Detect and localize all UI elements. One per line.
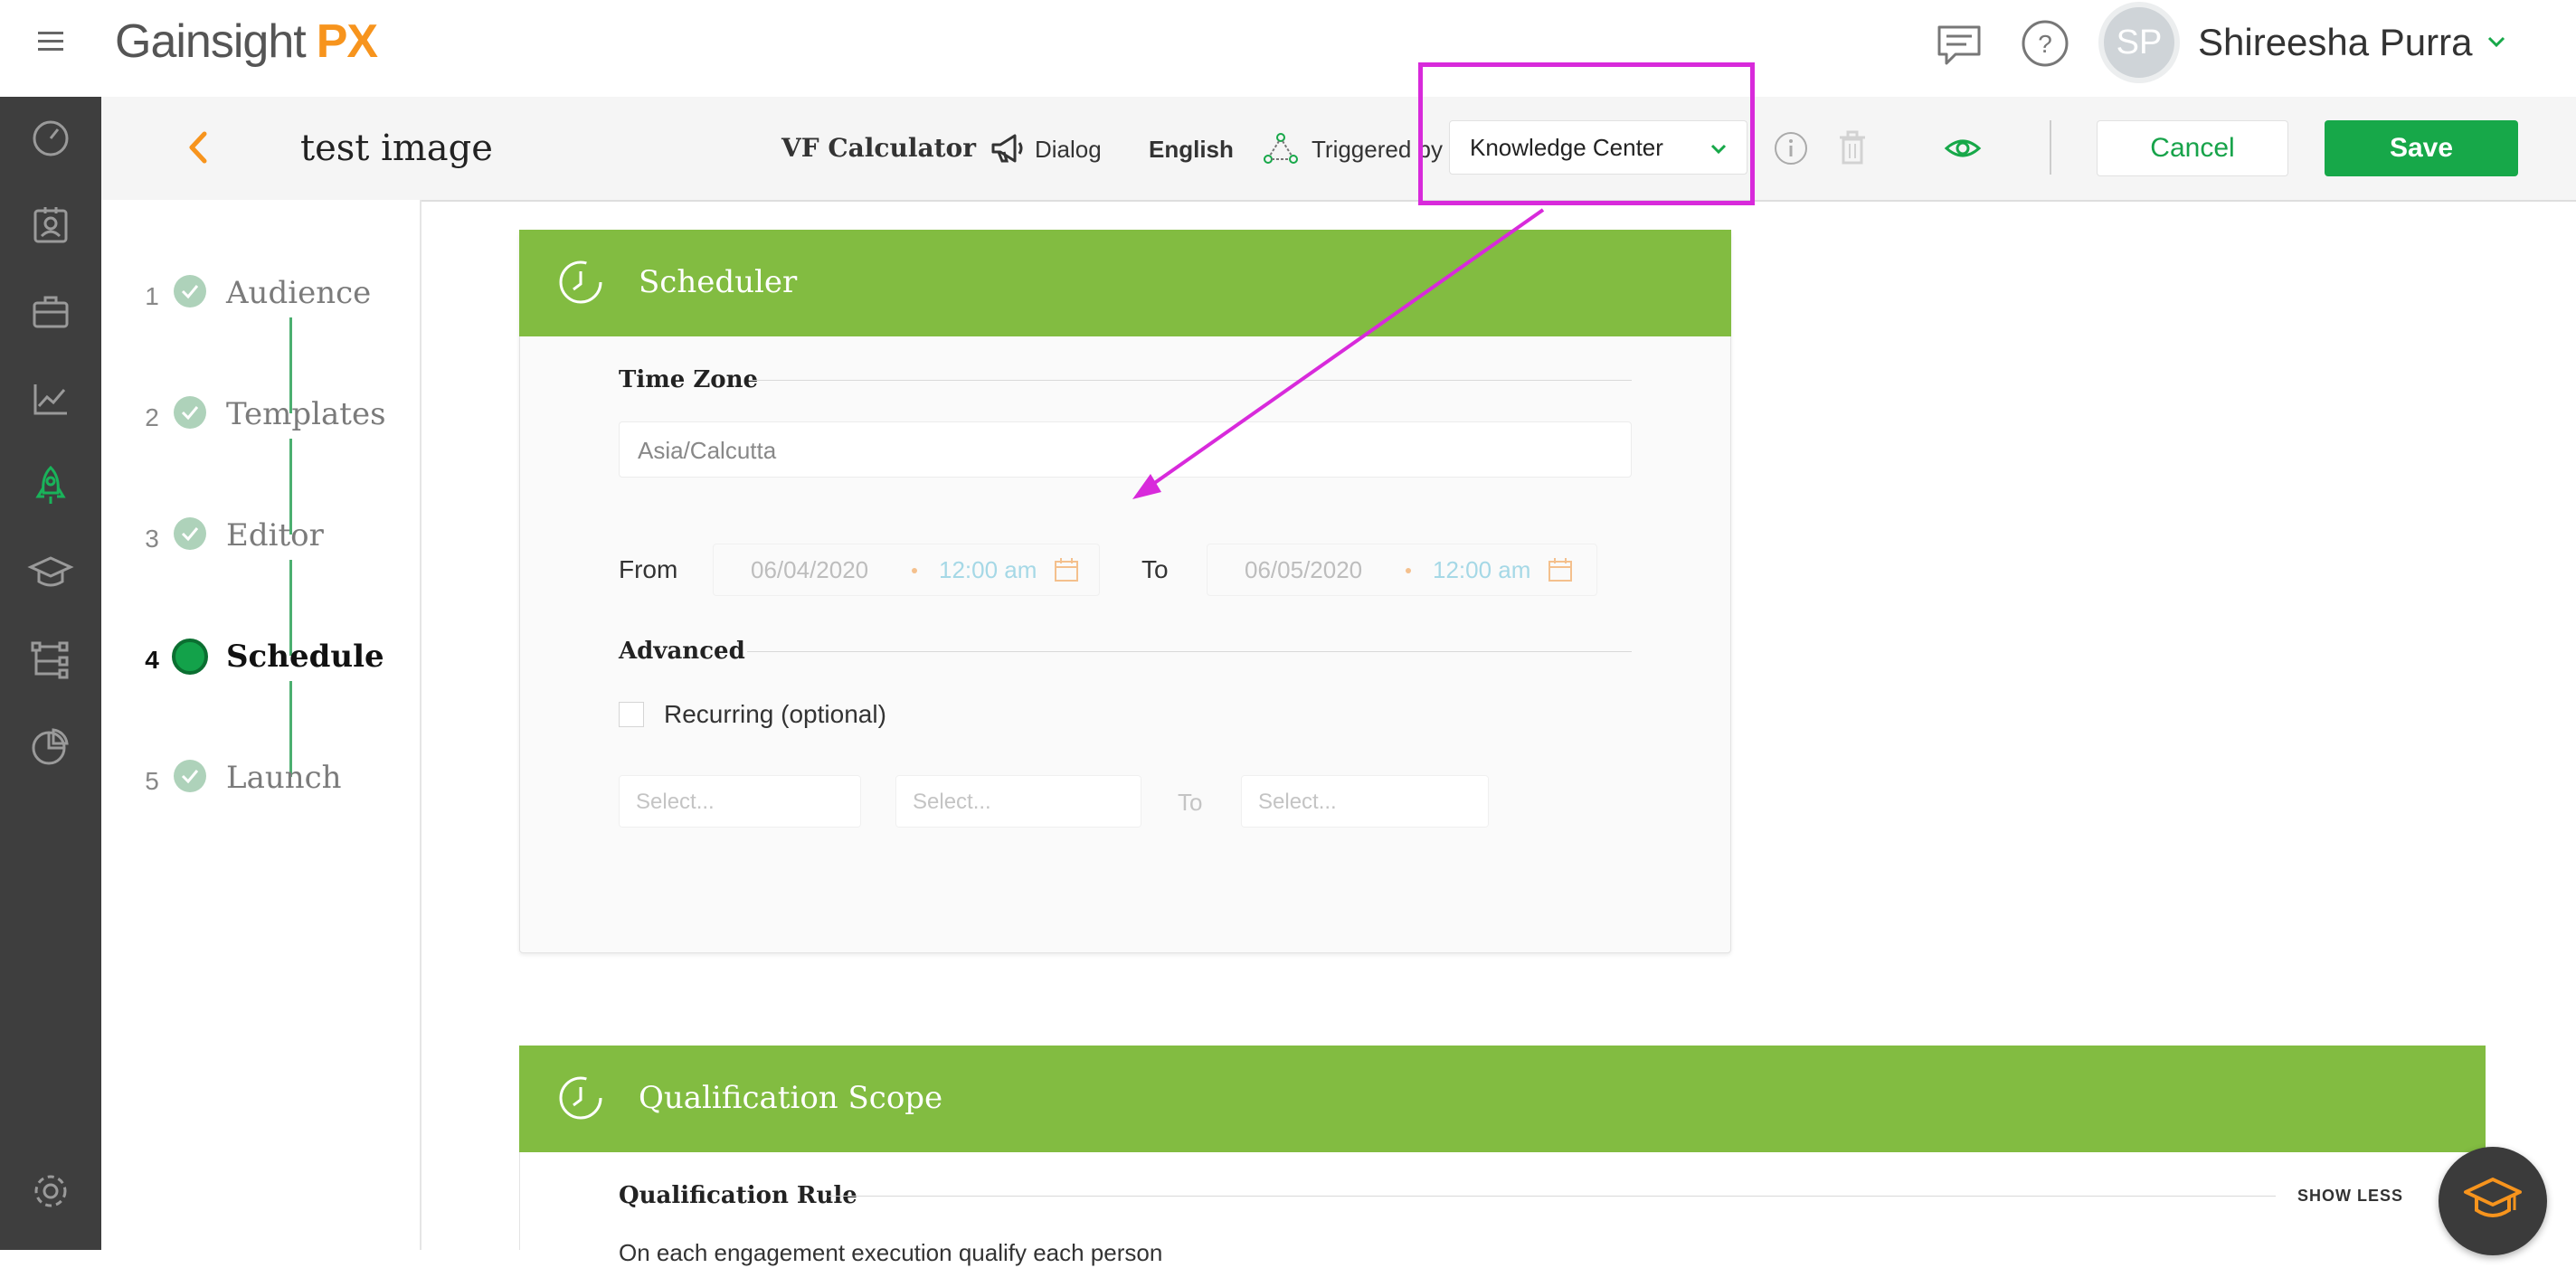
- step-number: 3: [145, 525, 159, 553]
- step-check-icon: [174, 275, 206, 308]
- knowledge-center-bot-button[interactable]: [2439, 1147, 2547, 1255]
- hierarchy-icon[interactable]: [24, 632, 78, 686]
- trash-icon[interactable]: [1834, 128, 1870, 166]
- wizard-steps: [101, 200, 421, 1250]
- separator-dot: [912, 568, 917, 573]
- section-divider: [829, 1196, 2276, 1197]
- advanced-label: Advanced: [619, 638, 745, 665]
- megaphone-icon: [988, 128, 1028, 168]
- trigger-icon: [1261, 128, 1301, 168]
- recurring-label[interactable]: Recurring (optional): [664, 698, 886, 731]
- avatar[interactable]: SP: [2098, 2, 2180, 83]
- show-less-link[interactable]: SHOW LESS: [2297, 1185, 2403, 1206]
- step-templates[interactable]: Templates: [226, 394, 386, 434]
- step-audience[interactable]: Audience: [226, 273, 371, 313]
- top-bar: [0, 0, 2576, 99]
- clock-icon: [555, 257, 606, 308]
- step-number: 4: [145, 646, 159, 674]
- step-number: 5: [145, 767, 159, 795]
- clock-icon: [555, 1073, 606, 1123]
- scheduler-title: Scheduler: [639, 264, 798, 300]
- step-current-indicator: [172, 639, 208, 675]
- qualification-rule-label: Qualification Rule: [619, 1182, 857, 1209]
- chat-icon[interactable]: [1932, 18, 1986, 72]
- recurring-select-1[interactable]: Select...: [619, 775, 861, 828]
- to-date[interactable]: 06/05/2020: [1245, 554, 1362, 585]
- engagement-type-label: Dialog: [1035, 136, 1102, 163]
- hamburger-menu-icon[interactable]: [33, 24, 69, 60]
- timezone-label: Time Zone: [619, 366, 759, 393]
- select-placeholder: Select...: [636, 790, 715, 814]
- recurring-select-2[interactable]: Select...: [895, 775, 1141, 828]
- section-divider: [749, 380, 1632, 381]
- graduation-cap-icon: [2464, 1178, 2522, 1217]
- back-arrow-icon[interactable]: [175, 125, 221, 170]
- rocket-icon[interactable]: [24, 459, 78, 513]
- calendar-icon[interactable]: [1053, 556, 1080, 583]
- pie-chart-icon[interactable]: [24, 719, 78, 773]
- from-date[interactable]: 06/04/2020: [751, 554, 868, 585]
- timezone-value: Asia/Calcutta: [638, 437, 777, 464]
- recurring-checkbox[interactable]: [619, 702, 644, 727]
- recurring-to-label: To: [1178, 789, 1203, 816]
- from-label: From: [619, 555, 678, 583]
- chevron-down-icon[interactable]: [2480, 25, 2513, 58]
- cancel-button[interactable]: Cancel: [2097, 120, 2288, 176]
- preview-eye-icon[interactable]: [1943, 130, 1983, 166]
- graduation-cap-icon[interactable]: [24, 545, 78, 600]
- info-icon[interactable]: [1773, 130, 1809, 166]
- calendar-icon[interactable]: [1547, 556, 1574, 583]
- step-schedule[interactable]: Schedule: [226, 637, 384, 677]
- step-number: 2: [145, 403, 159, 431]
- analytics-icon[interactable]: [24, 372, 78, 426]
- gainsight-px-logo[interactable]: Gainsight PX: [115, 13, 378, 71]
- speedometer-icon[interactable]: [24, 111, 78, 166]
- section-divider: [747, 651, 1632, 652]
- step-number: 1: [145, 282, 159, 310]
- language-label[interactable]: English: [1149, 134, 1234, 165]
- left-nav-rail: [0, 97, 101, 1250]
- timezone-input[interactable]: Asia/Calcutta: [619, 421, 1632, 478]
- to-time[interactable]: 12:00 am: [1433, 554, 1530, 585]
- logo-text: Gainsight: [115, 15, 307, 68]
- from-time[interactable]: 12:00 am: [939, 554, 1037, 585]
- settings-icon[interactable]: [24, 1164, 78, 1218]
- svg-text:?: ?: [2038, 30, 2052, 58]
- briefcase-icon[interactable]: [24, 285, 78, 339]
- step-editor[interactable]: Editor: [226, 516, 324, 555]
- toolbar-divider: [2050, 120, 2051, 175]
- help-icon[interactable]: ?: [2020, 18, 2070, 69]
- user-name[interactable]: Shireesha Purra: [2198, 18, 2473, 67]
- logo-accent: PX: [316, 15, 378, 68]
- select-placeholder: Select...: [913, 790, 991, 814]
- qualification-title: Qualification Scope: [639, 1080, 943, 1116]
- step-launch[interactable]: Launch: [226, 758, 342, 798]
- to-label: To: [1141, 555, 1169, 583]
- step-check-icon: [174, 517, 206, 550]
- separator-dot: [1406, 568, 1411, 573]
- recurring-select-3[interactable]: Select...: [1241, 775, 1489, 828]
- step-check-icon: [174, 760, 206, 792]
- select-placeholder: Select...: [1258, 790, 1337, 814]
- page-title[interactable]: test image: [300, 124, 493, 173]
- annotation-highlight-box: [1418, 62, 1755, 205]
- engagement-name: VF Calculator: [781, 133, 976, 163]
- qualification-description: On each engagement execution qualify eac…: [619, 1239, 1163, 1266]
- qualification-header: Qualification Scope: [519, 1046, 2486, 1152]
- save-button[interactable]: Save: [2325, 120, 2518, 176]
- contacts-icon[interactable]: [24, 198, 78, 252]
- scheduler-header: Scheduler: [519, 230, 1731, 336]
- step-check-icon: [174, 396, 206, 429]
